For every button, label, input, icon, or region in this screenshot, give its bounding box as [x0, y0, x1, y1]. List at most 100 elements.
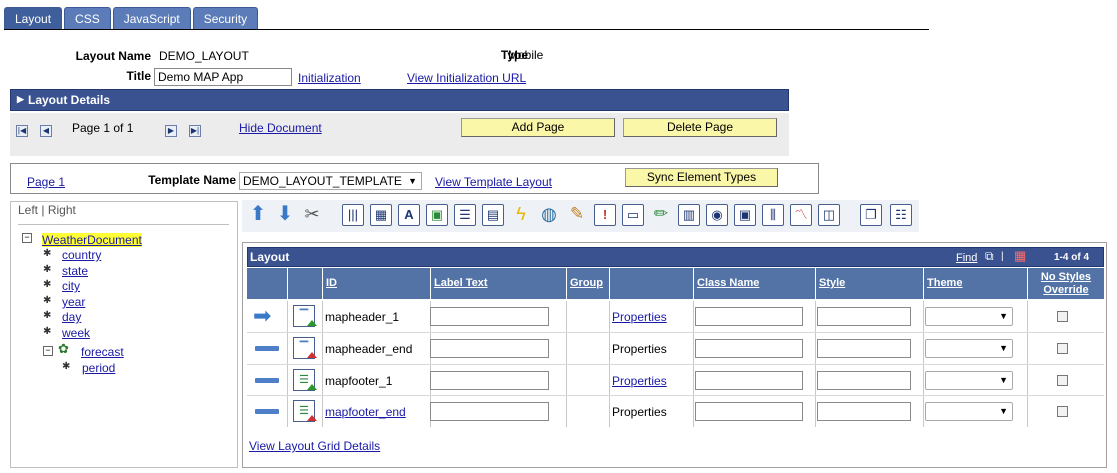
tree-item-day[interactable]: day [62, 310, 81, 324]
collapse-icon[interactable]: − [43, 346, 53, 356]
left-right-toggle[interactable]: Left | Right [18, 203, 76, 217]
delete-page-button[interactable]: Delete Page [623, 118, 777, 137]
slider-icon[interactable]: ⫼ [762, 204, 784, 226]
image-icon[interactable]: ▣ [426, 204, 448, 226]
listbox-icon[interactable]: ▥ [678, 204, 700, 226]
view-all-icon[interactable]: ⧉ [985, 249, 994, 264]
title-input[interactable]: Demo MAP App [154, 68, 292, 86]
page-1-link[interactable]: Page 1 [27, 175, 65, 189]
label-text-input[interactable] [430, 402, 549, 421]
row-marker-icon [255, 346, 279, 351]
style-input[interactable] [817, 402, 911, 421]
col-id[interactable]: ID [322, 268, 430, 299]
copy-icon[interactable]: ❐ [860, 204, 882, 226]
layout-details-bar[interactable]: ▶ Layout Details [10, 89, 789, 111]
tab-layout[interactable]: Layout [4, 7, 63, 29]
move-up-icon[interactable]: ⬆ [247, 204, 269, 226]
cut-icon[interactable]: ✂ [301, 204, 323, 226]
add-page-button[interactable]: Add Page [461, 118, 615, 137]
list-icon[interactable]: ☰ [454, 204, 476, 226]
theme-select[interactable]: ▼ [925, 307, 1013, 326]
row-id[interactable]: mapfooter_end [325, 405, 406, 419]
layout-panel-icon[interactable]: ◫ [818, 204, 840, 226]
properties-link[interactable]: Properties [612, 374, 667, 388]
initialization-link[interactable]: Initialization [298, 71, 361, 85]
tree-item-state[interactable]: state [62, 264, 88, 278]
lightning-icon[interactable]: ϟ [510, 204, 532, 226]
tab-divider [4, 29, 929, 30]
cell-divider [609, 301, 610, 332]
class-name-input[interactable] [695, 339, 803, 358]
radio-icon[interactable]: ◉ [706, 204, 728, 226]
class-name-input[interactable] [695, 371, 803, 390]
scroll-area-icon[interactable]: ☷ [890, 204, 912, 226]
style-input[interactable] [817, 339, 911, 358]
tree-item-period[interactable]: period [82, 361, 115, 375]
marker-triangle-icon [307, 384, 317, 390]
view-template-layout-link[interactable]: View Template Layout [435, 175, 552, 189]
collapse-icon[interactable]: − [22, 233, 32, 243]
hide-document-link[interactable]: Hide Document [239, 121, 322, 135]
col-group[interactable]: Group [566, 268, 609, 299]
grid-icon[interactable]: ▦ [370, 204, 392, 226]
label-text-input[interactable] [430, 339, 549, 358]
tree-item-country[interactable]: country [62, 248, 101, 262]
theme-select[interactable]: ▼ [925, 339, 1013, 358]
form-edit-icon[interactable]: ✎ [566, 204, 588, 226]
no-styles-override-checkbox[interactable] [1057, 406, 1068, 417]
col-theme[interactable]: Theme [923, 268, 1027, 299]
globe-icon[interactable]: ◍ [538, 204, 560, 226]
separator: | [41, 203, 45, 217]
next-page-icon[interactable]: ▶ [165, 125, 177, 137]
tree-item-week[interactable]: week [62, 326, 90, 340]
tree-root[interactable]: WeatherDocument [42, 233, 142, 247]
tree-item-forecast[interactable]: forecast [81, 345, 124, 359]
tree-item-year[interactable]: year [62, 295, 85, 309]
style-input[interactable] [817, 371, 911, 390]
template-name-select[interactable]: DEMO_LAYOUT_TEMPLATE ▼ [239, 172, 422, 190]
text-icon[interactable]: A [398, 204, 420, 226]
pencil-icon[interactable]: ✏ [650, 204, 672, 226]
class-name-input[interactable] [695, 307, 803, 326]
col-label-text[interactable]: Label Text [430, 268, 566, 299]
tab-javascript[interactable]: JavaScript [112, 7, 191, 29]
left-label[interactable]: Left [18, 203, 38, 217]
chevron-down-icon: ▼ [999, 375, 1008, 385]
col-class-name[interactable]: Class Name [693, 268, 815, 299]
view-initialization-url-link[interactable]: View Initialization URL [407, 71, 526, 85]
layout-details-title: Layout Details [28, 93, 111, 107]
alert-icon[interactable]: ! [594, 204, 616, 226]
move-down-icon[interactable]: ⬇ [274, 204, 296, 226]
box-icon[interactable]: ▭ [622, 204, 644, 226]
find-link[interactable]: Find [956, 252, 977, 264]
class-name-input[interactable] [695, 402, 803, 421]
no-styles-override-checkbox[interactable] [1057, 375, 1068, 386]
collection-icon: ✿ [58, 341, 69, 356]
theme-select[interactable]: ▼ [925, 402, 1013, 421]
col-properties [609, 268, 693, 299]
tab-css[interactable]: CSS [64, 7, 111, 29]
download-grid-icon[interactable]: ▦ [1014, 248, 1026, 264]
tab-security[interactable]: Security [192, 7, 259, 29]
prev-page-icon[interactable]: ◀ [40, 125, 52, 137]
document-icon[interactable]: ▤ [482, 204, 504, 226]
sync-element-types-button[interactable]: Sync Element Types [625, 168, 778, 187]
theme-select[interactable]: ▼ [925, 371, 1013, 390]
col-style[interactable]: Style [815, 268, 923, 299]
chart-icon[interactable]: 〽 [790, 204, 812, 226]
last-page-icon[interactable]: ▶| [189, 125, 201, 137]
properties-link[interactable]: Properties [612, 310, 667, 324]
view-layout-grid-details-link[interactable]: View Layout Grid Details [249, 439, 380, 453]
style-input[interactable] [817, 307, 911, 326]
checkbox-icon[interactable]: ▣ [734, 204, 756, 226]
columns-icon[interactable]: ||| [342, 204, 364, 226]
right-label[interactable]: Right [48, 203, 76, 217]
label-text-input[interactable] [430, 307, 549, 326]
title-label: Title [126, 69, 151, 83]
first-page-icon[interactable]: |◀ [16, 125, 28, 137]
tree-item-city[interactable]: city [62, 279, 80, 293]
label-text-input[interactable] [430, 371, 549, 390]
col-no-styles-override[interactable]: No Styles Override [1027, 268, 1104, 299]
no-styles-override-checkbox[interactable] [1057, 343, 1068, 354]
no-styles-override-checkbox[interactable] [1057, 311, 1068, 322]
